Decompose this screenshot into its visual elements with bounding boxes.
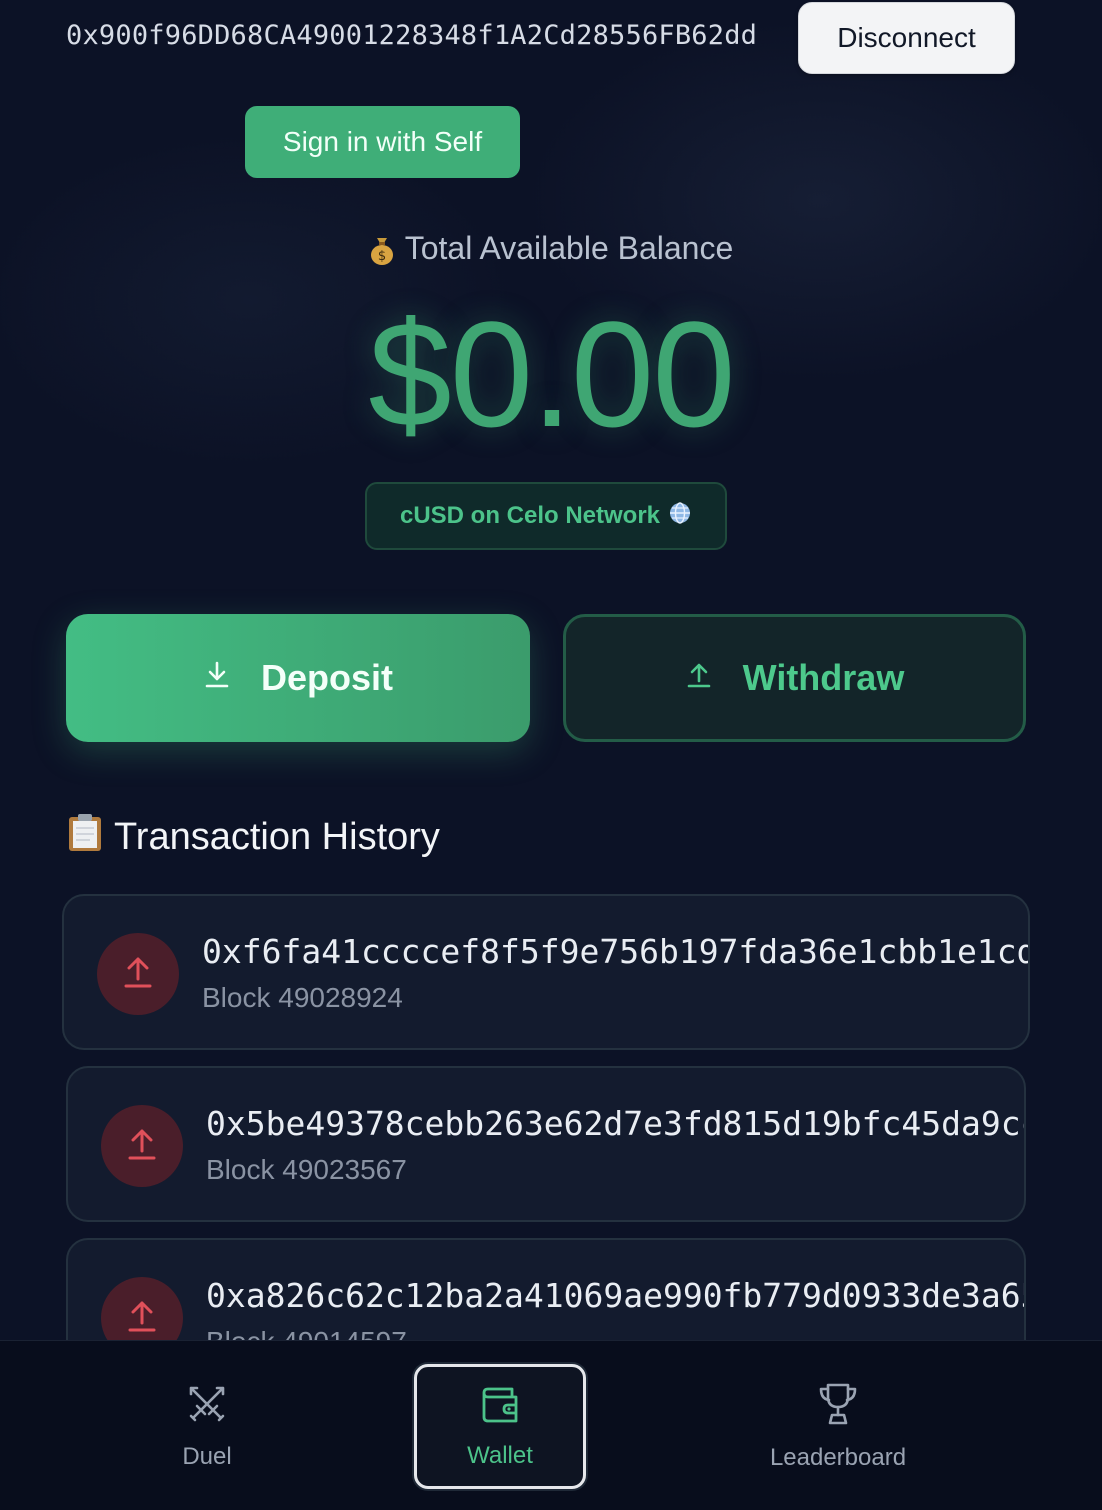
nav-label-wallet: Wallet xyxy=(467,1442,533,1469)
nav-label-leaderboard: Leaderboard xyxy=(769,1443,907,1471)
transaction-hash: 0x5be49378cebb263e62d7e3fd815d19bfc45da9… xyxy=(206,1104,1024,1143)
upload-arrow-icon xyxy=(125,1125,159,1168)
withdraw-badge xyxy=(101,1105,183,1187)
transaction-block: Block 49023567 xyxy=(206,1154,407,1185)
bottom-nav: Duel Wallet Leaderboard xyxy=(0,1340,1102,1510)
nav-item-wallet[interactable]: Wallet xyxy=(414,1364,586,1489)
transaction-list: 0xf6fa41ccccef8f5f9e756b197fda36e1cbb1e1… xyxy=(0,0,1102,1340)
upload-arrow-icon xyxy=(121,953,155,996)
nav-item-leaderboard[interactable]: Leaderboard xyxy=(748,1341,928,1510)
crossed-swords-icon xyxy=(185,1382,229,1433)
wallet-icon xyxy=(478,1383,522,1432)
withdraw-badge xyxy=(97,933,179,1015)
withdraw-badge xyxy=(101,1277,183,1340)
transaction-block: Block 49028924 xyxy=(202,982,403,1013)
trophy-icon xyxy=(816,1381,860,1434)
transaction-item[interactable]: 0x5be49378cebb263e62d7e3fd815d19bfc45da9… xyxy=(66,1066,1026,1222)
transaction-hash: 0xf6fa41ccccef8f5f9e756b197fda36e1cbb1e1… xyxy=(202,932,1028,971)
transaction-block: Block 49014597 xyxy=(206,1326,407,1340)
nav-label-duel: Duel xyxy=(182,1442,232,1470)
transaction-item[interactable]: 0xf6fa41ccccef8f5f9e756b197fda36e1cbb1e1… xyxy=(62,894,1030,1050)
transaction-hash: 0xa826c62c12ba2a41069ae990fb779d0933de3a… xyxy=(206,1276,1024,1315)
transaction-item[interactable]: 0xa826c62c12ba2a41069ae990fb779d0933de3a… xyxy=(66,1238,1026,1340)
nav-item-duel[interactable]: Duel xyxy=(137,1341,277,1510)
upload-arrow-icon xyxy=(125,1297,159,1340)
